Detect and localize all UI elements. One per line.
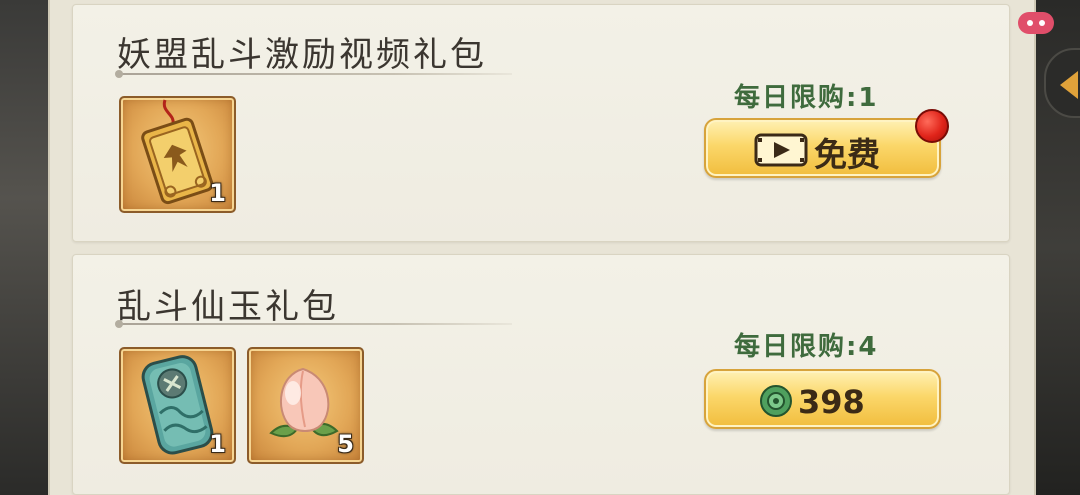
item-count: 5 <box>337 430 354 458</box>
reward-item[interactable]: 5 <box>247 347 364 464</box>
item-count: 1 <box>209 430 226 458</box>
pack-card-jade: 乱斗仙玉礼包 1 5 每日限购:4 398 <box>72 254 1010 495</box>
pack-card-video: 妖盟乱斗激励视频礼包 1 每日限购:1 免费 <box>72 4 1010 242</box>
more-options-icon[interactable] <box>1018 12 1054 34</box>
pack-title: 妖盟乱斗激励视频礼包 <box>117 35 487 75</box>
video-play-icon <box>754 133 808 167</box>
free-claim-button[interactable]: 免费 <box>704 118 941 178</box>
item-count: 1 <box>209 179 226 207</box>
title-divider <box>115 70 512 78</box>
free-button-label: 免费 <box>814 135 880 174</box>
buy-button[interactable]: 398 <box>704 369 941 429</box>
reward-item[interactable]: 1 <box>119 347 236 464</box>
daily-limit: 每日限购:1 <box>734 83 879 113</box>
title-divider <box>115 320 512 328</box>
pack-title: 乱斗仙玉礼包 <box>117 287 339 327</box>
price-label: 398 <box>798 383 865 421</box>
jade-currency-icon <box>760 385 792 417</box>
reward-item[interactable]: 1 <box>119 96 236 213</box>
daily-limit: 每日限购:4 <box>734 332 879 362</box>
chevron-left-icon <box>1060 71 1078 99</box>
notification-dot <box>915 109 949 143</box>
